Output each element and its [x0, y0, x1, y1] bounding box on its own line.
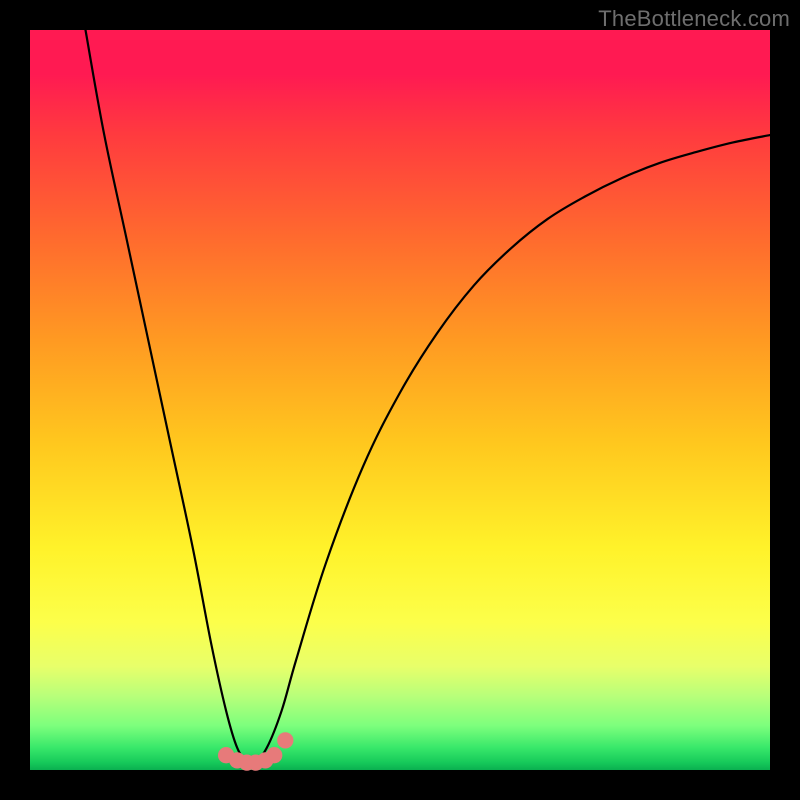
plot-area: [30, 30, 770, 770]
chart-frame: TheBottleneck.com: [0, 0, 800, 800]
watermark: TheBottleneck.com: [598, 6, 790, 32]
curve-layer: [30, 30, 770, 770]
marker-dot: [277, 732, 293, 748]
marker-dot: [266, 747, 282, 763]
marker-group: [218, 732, 293, 770]
bottleneck-curve: [86, 30, 771, 762]
